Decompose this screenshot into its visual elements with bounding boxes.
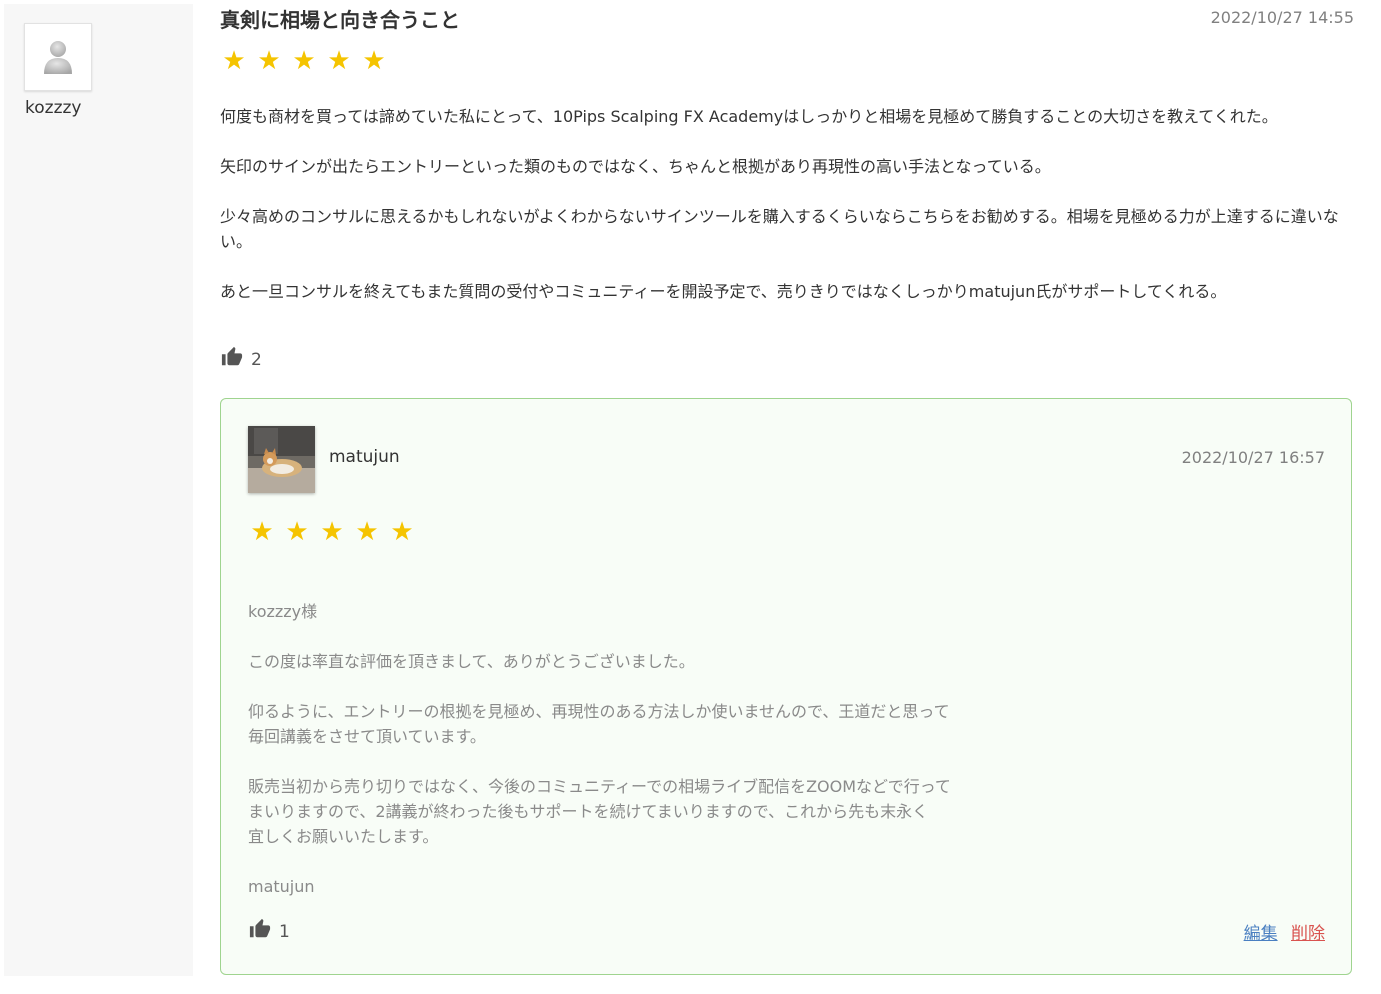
review-author-name: kozzzy [25, 98, 82, 118]
review-star-rating: ★ ★ ★ ★ ★ [221, 48, 387, 74]
review-body: 何度も商材を買っては諦めていた私にとって、10Pips Scalping FX … [220, 104, 1350, 329]
reply-actions: 編集 削除 [1244, 919, 1325, 944]
edit-link[interactable]: 編集 [1244, 924, 1278, 944]
reply-paragraph: この度は率直な評価を頂きまして、ありがとうございました。 [248, 652, 695, 671]
review-date: 2022/10/27 14:55 [1210, 8, 1354, 27]
review-paragraph: 矢印のサインが出たらエントリーといった類のものではなく、ちゃんと根拠があり再現性… [220, 157, 1051, 176]
review-paragraph: あと一旦コンサルを終えてもまた質問の受付やコミュニティーを開設予定で、売りきりで… [220, 282, 1227, 301]
reply-paragraph: 販売当初から売り切りではなく、今後のコミュニティーでの相場ライブ配信をZOOMな… [248, 777, 951, 846]
seller-reply: matujun 2022/10/27 16:57 ★ ★ ★ ★ ★ kozzz… [220, 398, 1352, 975]
review-like-count: 2 [251, 349, 262, 370]
star-icon: ★ [355, 517, 379, 547]
reviewer-sidebar: kozzzy [4, 4, 193, 976]
reply-date: 2022/10/27 16:57 [1181, 448, 1325, 467]
delete-link[interactable]: 削除 [1291, 924, 1325, 944]
reply-like-count: 1 [279, 921, 290, 942]
thumbs-up-icon [249, 918, 271, 945]
default-user-icon [24, 23, 92, 91]
reply-author-name: matujun [329, 447, 400, 467]
reply-signature: matujun [248, 877, 315, 896]
thumbs-up-icon [221, 346, 243, 373]
reply-like-button[interactable]: 1 [249, 918, 290, 945]
star-icon: ★ [257, 46, 281, 76]
star-icon: ★ [320, 517, 344, 547]
star-icon: ★ [285, 517, 309, 547]
star-icon: ★ [250, 517, 274, 547]
review-like-button[interactable]: 2 [221, 346, 262, 373]
reply-body: kozzzy様 この度は率直な評価を頂きまして、ありがとうございました。 仰るよ… [248, 599, 1148, 924]
cat-photo-avatar [248, 426, 315, 493]
star-icon: ★ [327, 46, 351, 76]
star-icon: ★ [390, 517, 414, 547]
star-icon: ★ [222, 46, 246, 76]
review-paragraph: 少々高めのコンサルに思えるかもしれないがよくわからないサインツールを購入するくら… [220, 207, 1339, 251]
star-icon: ★ [362, 46, 386, 76]
review-title: 真剣に相場と向き合うこと [220, 8, 460, 32]
reply-paragraph: 仰るように、エントリーの根拠を見極め、再現性のある方法しか使いませんので、王道だ… [248, 702, 950, 746]
reply-paragraph: kozzzy様 [248, 602, 318, 621]
reply-star-rating: ★ ★ ★ ★ ★ [249, 519, 415, 545]
star-icon: ★ [292, 46, 316, 76]
review-paragraph: 何度も商材を買っては諦めていた私にとって、10Pips Scalping FX … [220, 107, 1278, 126]
